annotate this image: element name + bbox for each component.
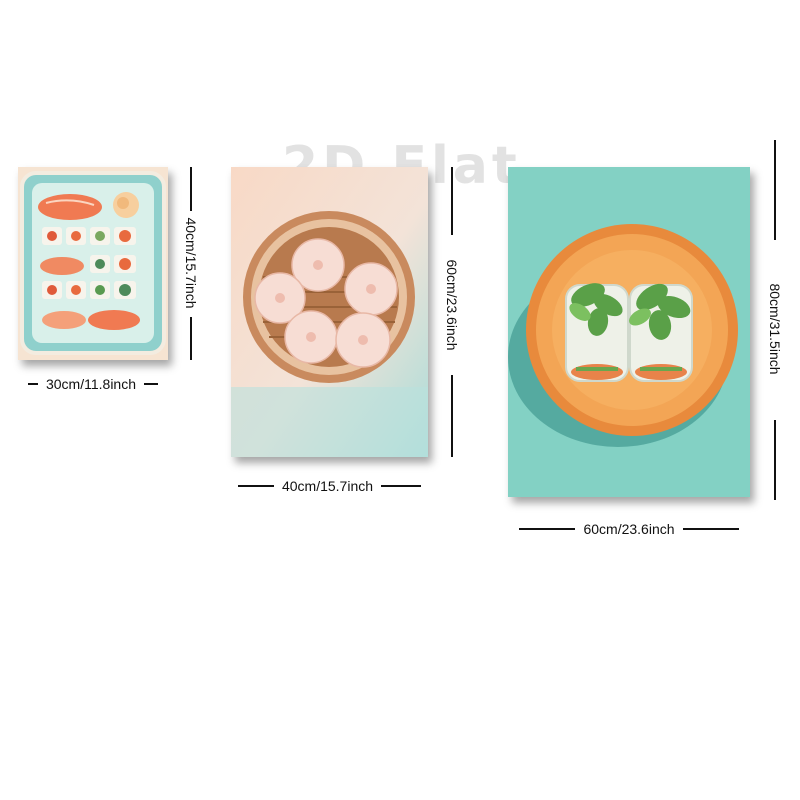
dumplings-height-dimension: 60cm/23.6inch [443,167,461,457]
poster-dumplings [231,167,428,457]
spring-rolls-height-dimension: 80cm/31.5inch [766,140,784,500]
spring-rolls-width-dimension: 60cm/23.6inch [508,520,750,538]
poster-spring-rolls [508,167,750,497]
sushi-illustration [18,167,168,360]
dumplings-width-dimension: 40cm/15.7inch [231,477,428,495]
spring-rolls-width-label: 60cm/23.6inch [583,521,675,537]
spring-rolls-illustration [508,167,750,497]
poster-sushi [18,167,168,360]
spring-rolls-height-label: 80cm/31.5inch [767,283,783,375]
dumplings-illustration [231,167,428,457]
dumplings-width-label: 40cm/15.7inch [281,478,374,494]
sushi-width-label: 30cm/11.8inch [45,376,136,392]
dumplings-height-label: 60cm/23.6inch [444,259,460,351]
sushi-height-label: 40cm/15.7inch [183,217,199,309]
sushi-height-dimension: 40cm/15.7inch [182,167,200,360]
sushi-width-dimension: 30cm/11.8inch [18,375,168,393]
